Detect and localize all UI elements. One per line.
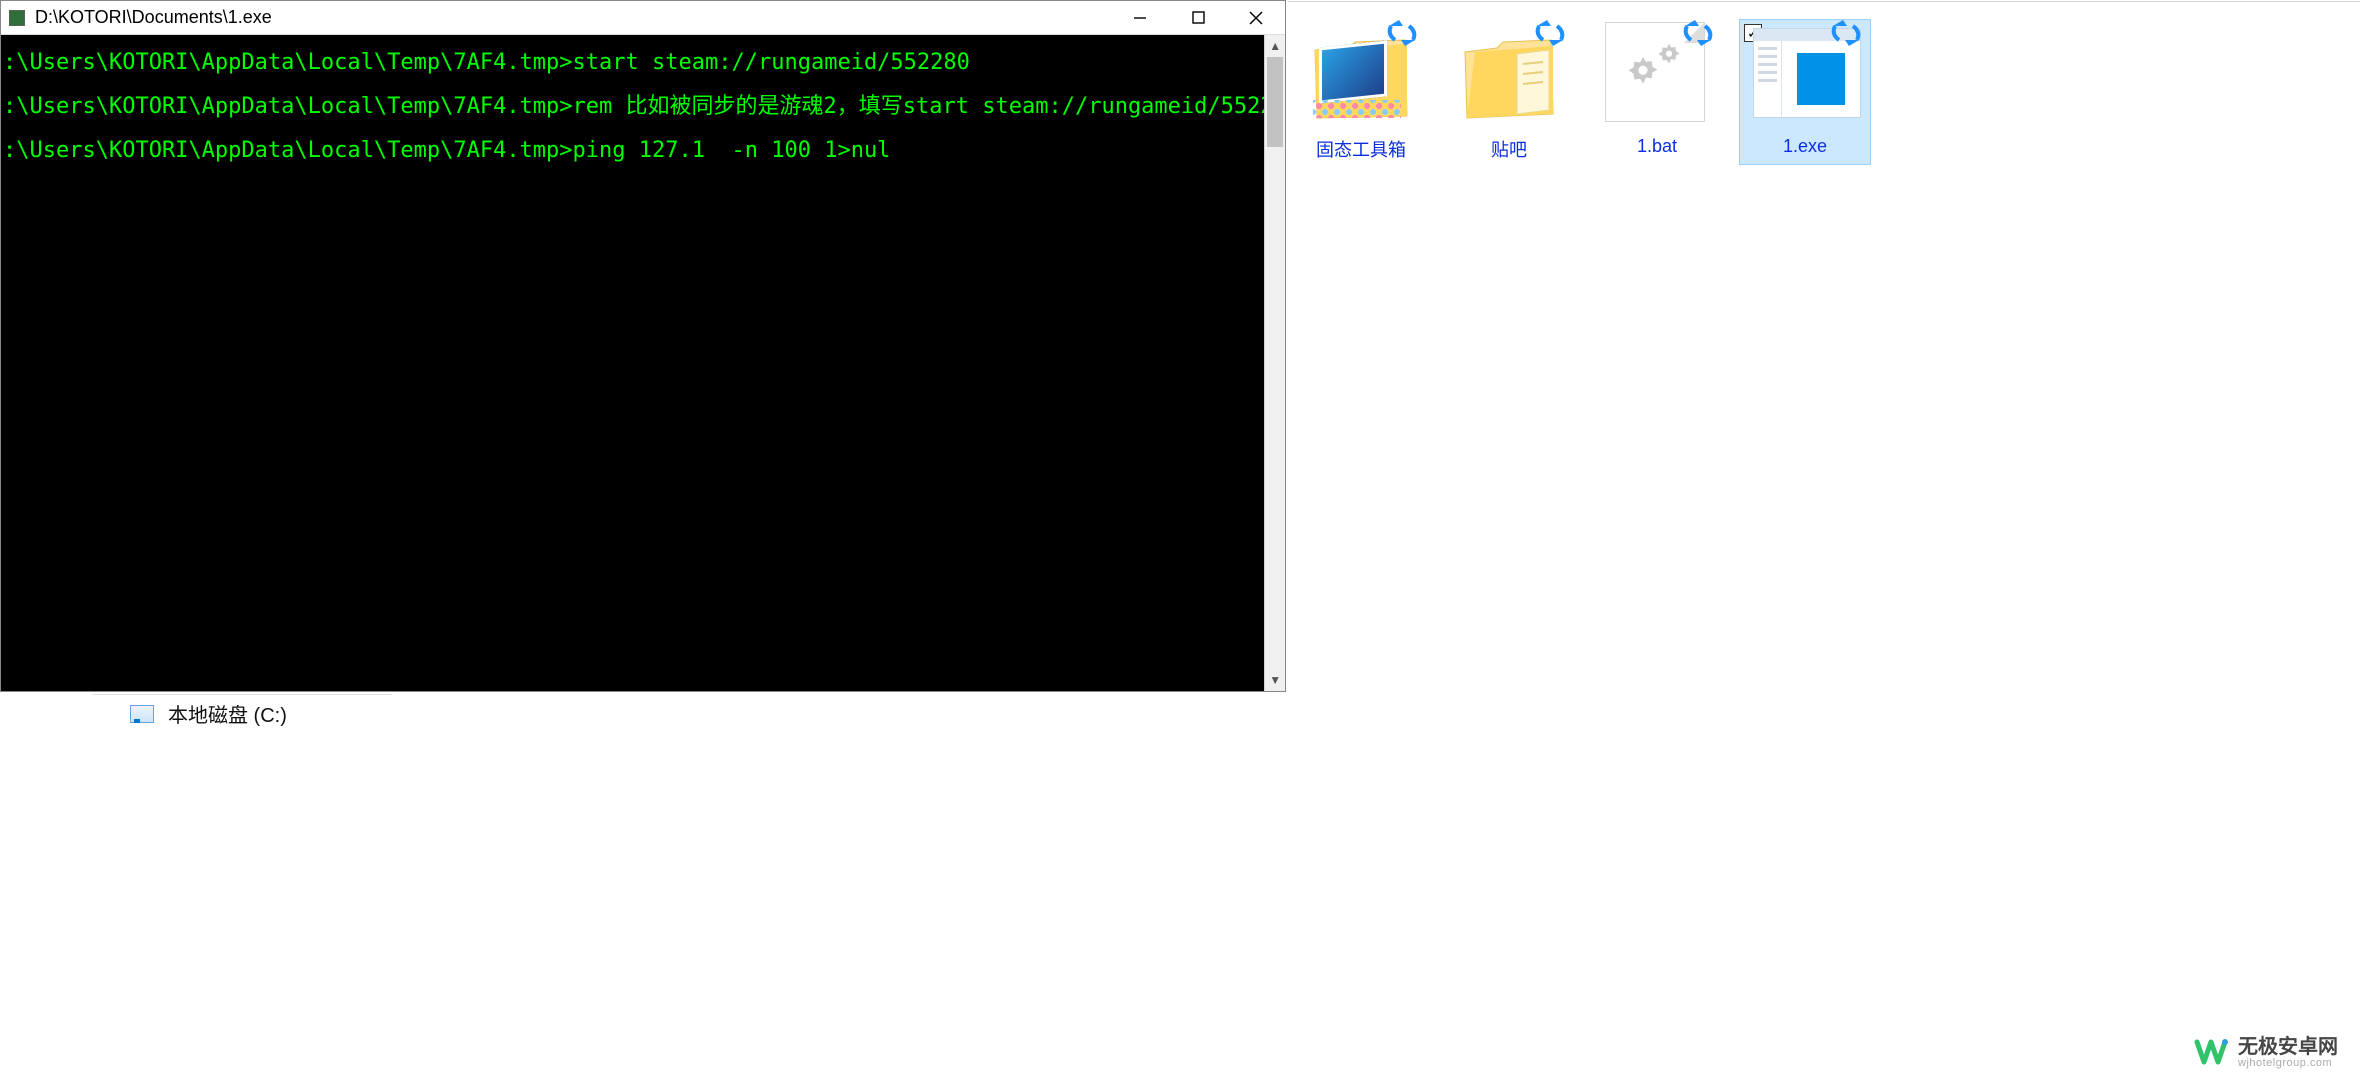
sync-arrows-icon: [1829, 16, 1863, 55]
minimize-button[interactable]: [1111, 1, 1169, 35]
watermark-title: 无极安卓网: [2238, 1037, 2338, 1058]
item-label: 1.bat: [1637, 136, 1677, 157]
item-label: 固态工具箱: [1316, 136, 1406, 162]
cmd-title: D:\KOTORI\Documents\1.exe: [35, 7, 272, 28]
folder-item-tieba[interactable]: ✓ 贴吧: [1444, 20, 1574, 164]
scroll-thumb[interactable]: [1267, 57, 1283, 147]
cmd-output[interactable]: :\Users\KOTORI\AppData\Local\Temp\7AF4.t…: [1, 35, 1264, 691]
explorer-content-panel: 搜索"文档" ✓ 固态工具箱 ✓: [1288, 0, 2360, 720]
tree-item-local-disk[interactable]: 本地磁盘 (C:): [92, 694, 392, 732]
bat-file-icon: [1605, 22, 1709, 126]
maximize-button[interactable]: [1169, 1, 1227, 35]
file-item-1-bat[interactable]: ✓ 1.bat: [1592, 20, 1722, 164]
cmd-line: :\Users\KOTORI\AppData\Local\Temp\7AF4.t…: [3, 85, 1262, 129]
cmd-window: D:\KOTORI\Documents\1.exe :\Users\KOTORI…: [0, 0, 1286, 692]
watermark-logo-icon: [2194, 1036, 2228, 1070]
sync-arrows-icon: [1533, 16, 1567, 55]
scroll-up-button[interactable]: ▲: [1265, 35, 1285, 57]
item-label: 贴吧: [1491, 136, 1527, 162]
cmd-line: :\Users\KOTORI\AppData\Local\Temp\7AF4.t…: [3, 41, 1262, 85]
scroll-down-button[interactable]: ▼: [1265, 669, 1285, 691]
cmd-titlebar[interactable]: D:\KOTORI\Documents\1.exe: [1, 1, 1285, 35]
cmd-scrollbar[interactable]: ▲ ▼: [1264, 35, 1285, 691]
sync-arrows-icon: [1385, 16, 1419, 55]
folder-thumb-icon: [1309, 22, 1413, 126]
folder-icon: [1457, 22, 1561, 126]
exe-file-icon: [1753, 22, 1857, 126]
drive-label: 本地磁盘 (C:): [168, 699, 287, 728]
close-button[interactable]: [1227, 1, 1285, 35]
folder-item-gutai[interactable]: ✓ 固态工具箱: [1296, 20, 1426, 164]
drive-icon: [130, 705, 154, 723]
item-label: 1.exe: [1783, 136, 1827, 157]
cmd-line: :\Users\KOTORI\AppData\Local\Temp\7AF4.t…: [3, 129, 1262, 173]
watermark-subtitle: wjhotelgroup.com: [2238, 1058, 2338, 1070]
cmd-app-icon: [9, 10, 25, 26]
file-item-1-exe[interactable]: ✓ 1.exe: [1740, 20, 1870, 164]
sync-arrows-icon: [1681, 16, 1715, 55]
watermark: 无极安卓网 wjhotelgroup.com: [2194, 1036, 2338, 1070]
explorer-items-grid: ✓ 固态工具箱 ✓: [1288, 2, 2360, 164]
